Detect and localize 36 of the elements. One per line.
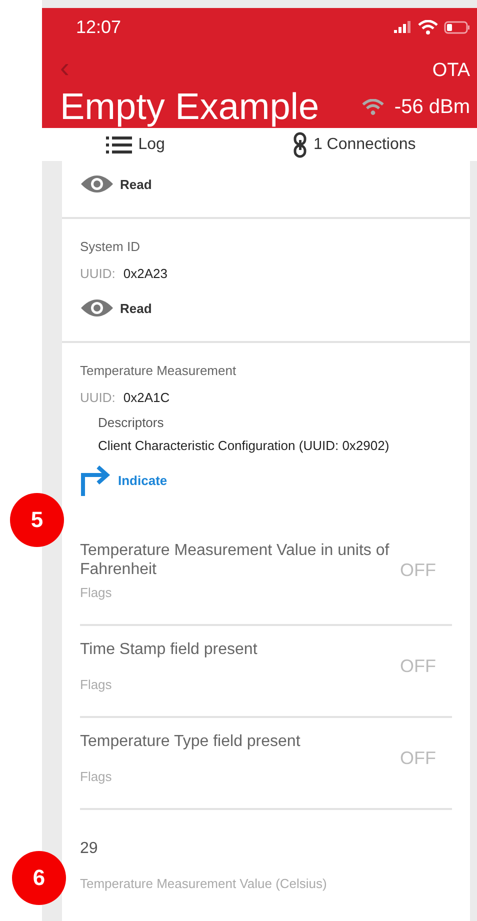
tab[interactable]: Log bbox=[106, 136, 165, 154]
field-caption: Temperature Measurement Value (Celsius) bbox=[80, 876, 328, 891]
read-button[interactable]: Read bbox=[80, 173, 152, 195]
field-title: Time Stamp field present bbox=[80, 640, 258, 659]
characteristic-name: System ID bbox=[80, 239, 141, 254]
uuid-value: 0x2A23 bbox=[123, 266, 168, 281]
wifi-icon bbox=[418, 20, 438, 34]
link-icon bbox=[293, 132, 308, 158]
indicate-button[interactable]: Indicate bbox=[80, 463, 168, 497]
uuid-label: UUID: bbox=[80, 390, 116, 405]
field-caption: Flags bbox=[80, 769, 113, 784]
field-title: Temperature Measurement Value in units of Fahrenheit bbox=[80, 541, 390, 579]
device-title: Empty Example bbox=[60, 86, 320, 128]
field-caption: Flags bbox=[80, 585, 113, 600]
eye-icon bbox=[80, 297, 114, 319]
battery-icon bbox=[444, 20, 470, 34]
read-button[interactable]: Read bbox=[80, 297, 152, 319]
wifi-icon bbox=[362, 98, 384, 116]
step-callout: 6 bbox=[12, 851, 66, 905]
tab[interactable]: 1 Connections bbox=[293, 132, 416, 158]
step-callout: 5 bbox=[10, 493, 64, 547]
turn-arrow-icon bbox=[80, 463, 112, 497]
list-icon bbox=[106, 136, 132, 154]
status-time: 12:07 bbox=[76, 16, 122, 38]
uuid-value: 0x2A1C bbox=[123, 390, 170, 405]
eye-icon bbox=[80, 173, 114, 195]
descriptor: Client Characteristic Configuration (UUID: 0x2902) bbox=[98, 438, 390, 453]
field-title: Temperature Type field present bbox=[80, 732, 302, 751]
characteristic-name: Temperature Measurement bbox=[80, 363, 238, 378]
field-caption: Flags bbox=[80, 677, 113, 692]
descriptors-title: Descriptors bbox=[98, 415, 165, 430]
rssi-reading: -56 dBm bbox=[394, 96, 470, 118]
uuid-label: UUID: bbox=[80, 266, 116, 281]
ota-button[interactable]: OTA bbox=[432, 60, 470, 82]
field-value: 29 bbox=[80, 840, 99, 858]
signal-icon bbox=[394, 21, 412, 33]
